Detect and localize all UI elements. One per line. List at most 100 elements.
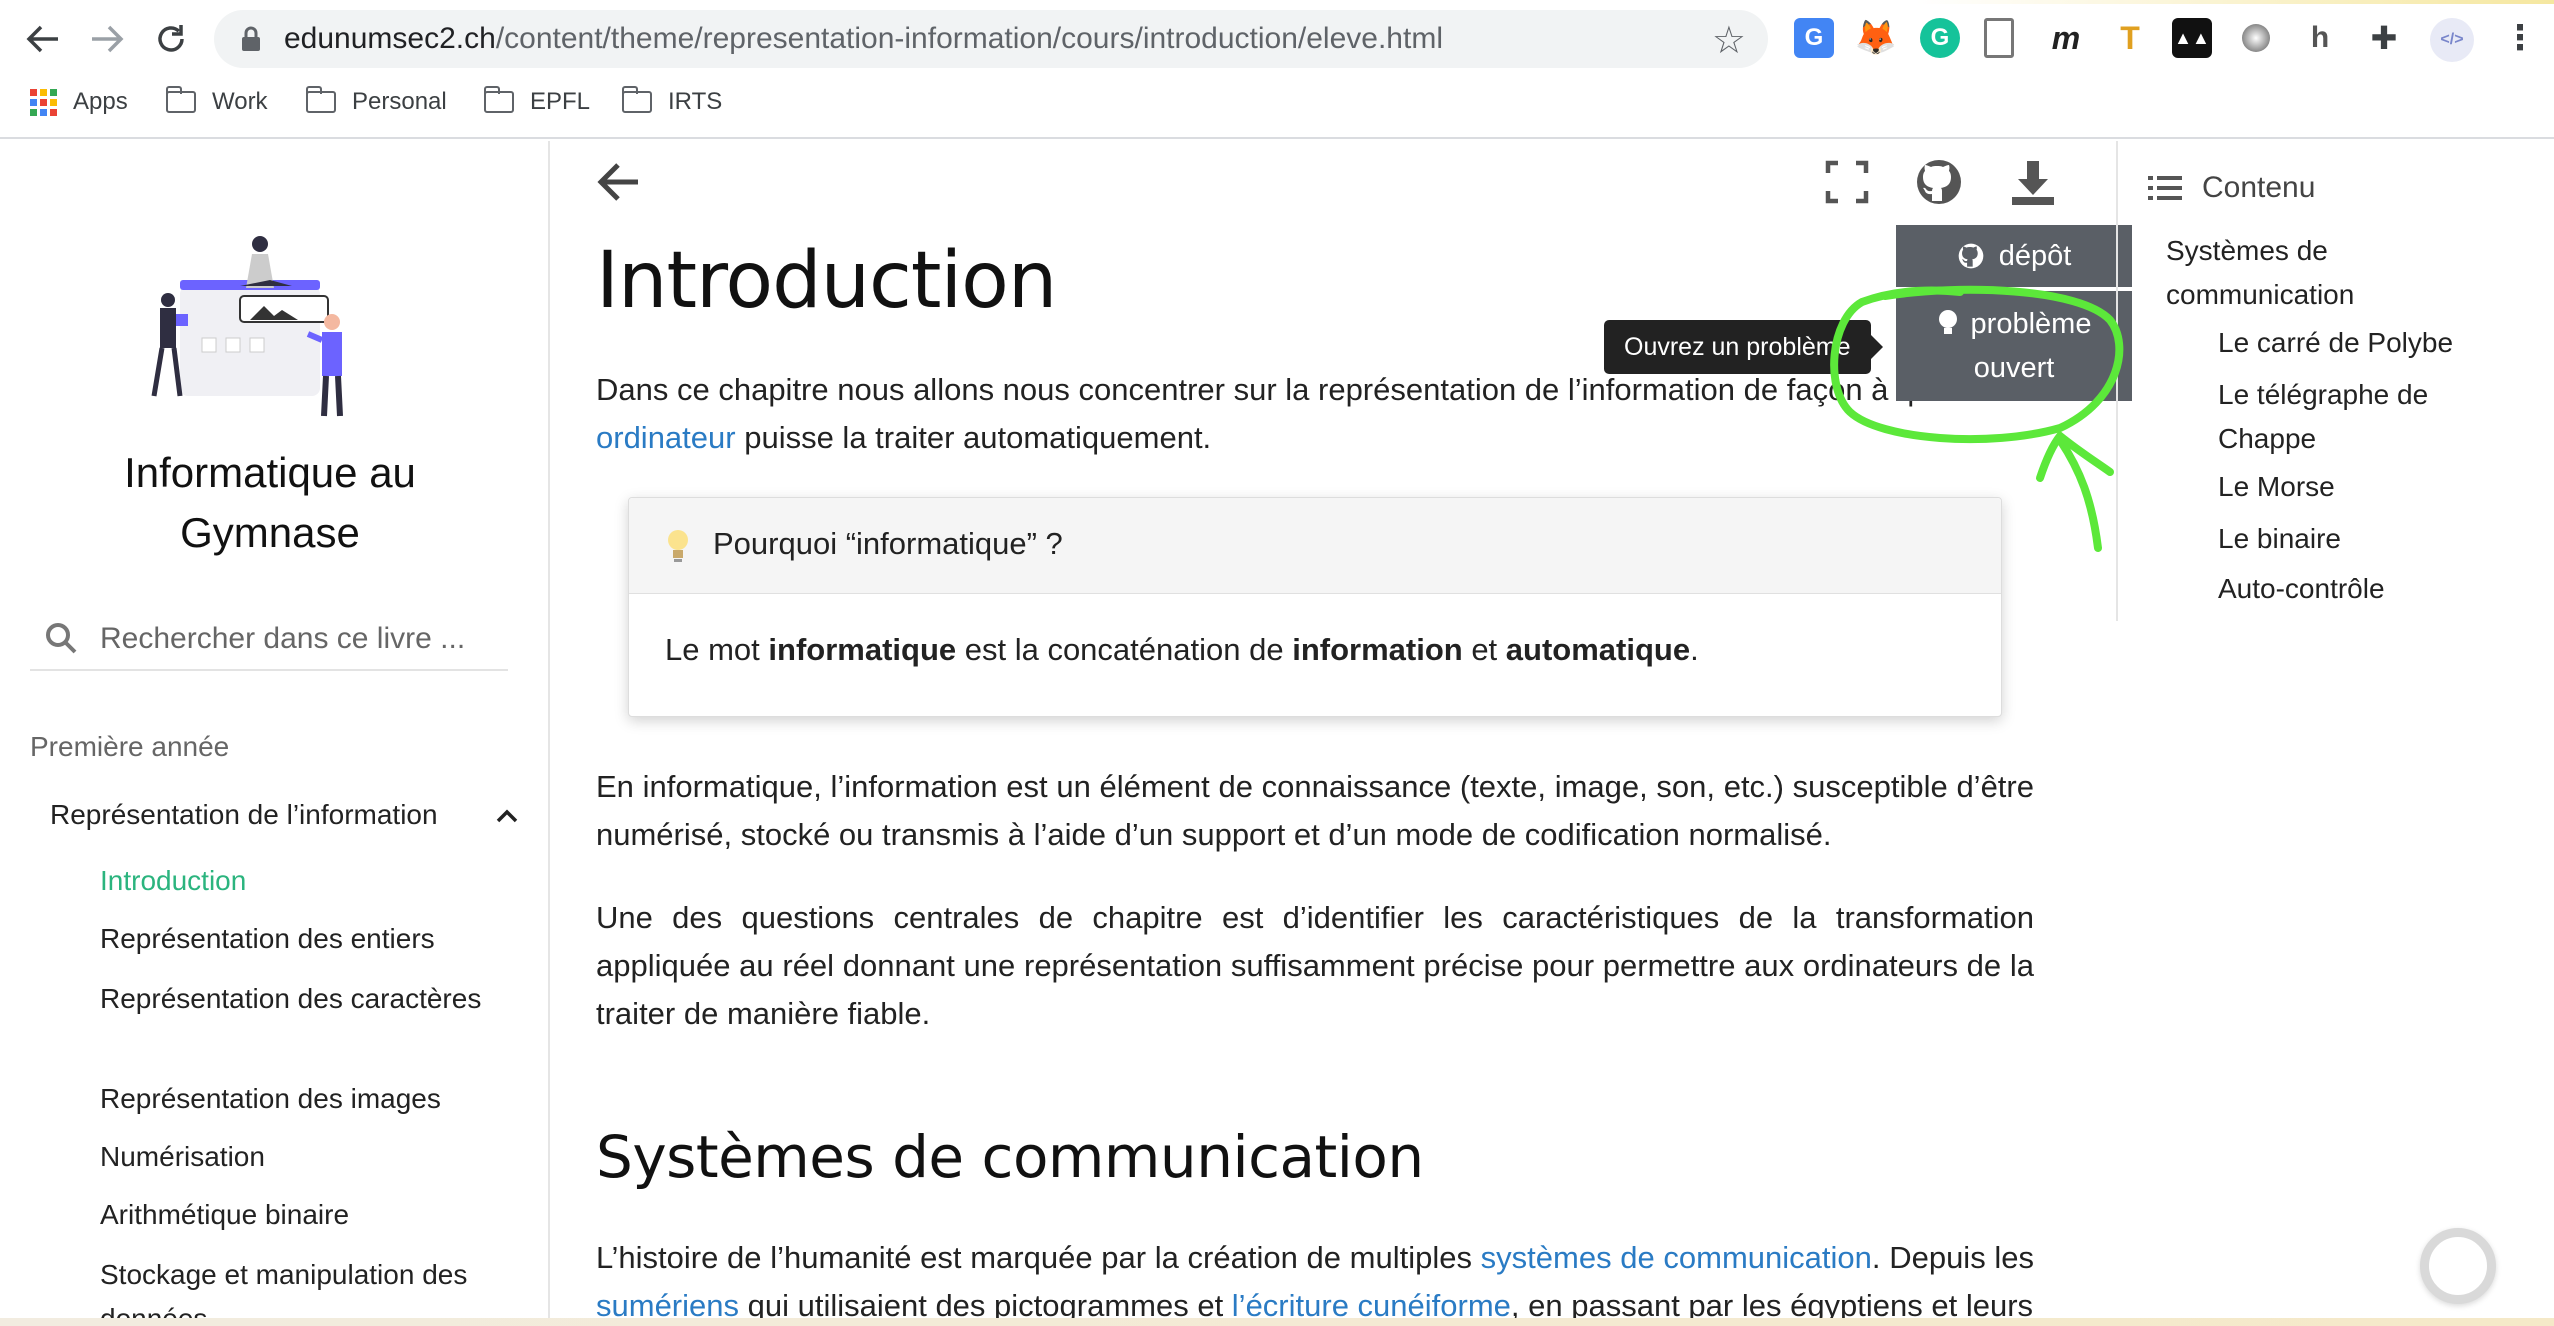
lock-icon [242, 26, 260, 51]
back-icon [26, 25, 58, 53]
bookmark-label: EPFL [530, 88, 591, 115]
intro-text: Dans ce chapitre nous allons nous concen… [596, 372, 1973, 407]
search-icon [46, 623, 77, 654]
bookmark-irts[interactable]: IRTS [621, 84, 723, 120]
lightbulb-icon [1938, 310, 1957, 334]
site-title[interactable]: Informatique au Gymnase [30, 443, 510, 563]
toc-item-systemes[interactable]: Systèmes de communication [2166, 229, 2426, 317]
extensions-puzzle-icon[interactable]: ✚ [2364, 18, 2404, 58]
toc-item-chappe[interactable]: Le télégraphe de Chappe [2218, 373, 2488, 461]
nav-item-arithmetique[interactable]: Arithmétique binaire [100, 1193, 500, 1237]
bookmark-label: Personal [352, 88, 447, 115]
toc-item-binaire[interactable]: Le binaire [2218, 517, 2518, 561]
bookmark-star-icon[interactable]: ☆ [1712, 18, 1746, 63]
mosaic-icon[interactable]: ▲▲ [2172, 18, 2212, 58]
depot-button[interactable]: dépôt [1896, 225, 2132, 287]
toc-item-autocontrole[interactable]: Auto-contrôle [2218, 567, 2518, 611]
bookmark-personal[interactable]: Personal [305, 84, 447, 120]
github-icon [1958, 243, 1984, 269]
admon-text: est la concaténation de [956, 632, 1293, 667]
url-host: edunumsec2.ch [284, 22, 496, 55]
link-ordinateur[interactable]: ordinateur [596, 420, 736, 455]
url-text[interactable]: edunumsec2.ch/content/theme/representati… [284, 22, 1443, 56]
profile-avatar-icon[interactable]: </> [2430, 18, 2474, 62]
nav-item-entiers[interactable]: Représentation des entiers [100, 917, 500, 961]
forward-icon [92, 25, 124, 53]
intro-paragraph: Dans ce chapitre nous allons nous concen… [596, 366, 2034, 462]
para4-text: . Depuis les [1871, 1240, 2035, 1275]
toc-header: Contenu [2148, 171, 2315, 205]
fullscreen-icon[interactable] [1822, 157, 1872, 207]
back-arrow-icon[interactable] [596, 159, 642, 205]
tooltip-open-issue: Ouvrez un problème [1604, 320, 1883, 374]
left-sidebar: Informatique au Gymnase Première année R… [0, 141, 550, 1326]
nav-item-caracteres[interactable]: Représentation des caractères [100, 977, 500, 1021]
circle-extension-icon[interactable] [2236, 18, 2276, 58]
bookmark-label: Work [212, 88, 268, 115]
table-of-contents: Contenu Systèmes de communication Le car… [2116, 141, 2554, 621]
search-bar[interactable] [30, 611, 508, 671]
issue-label-line1: problème [1970, 308, 2092, 340]
bookmark-epfl[interactable]: EPFL [483, 84, 591, 120]
nav-item-introduction[interactable]: Introduction [100, 859, 500, 903]
t-extension-icon[interactable]: T [2110, 18, 2150, 58]
bookmark-label: IRTS [668, 88, 723, 115]
page-title: Introduction [596, 236, 1057, 326]
open-issue-button[interactable]: problème ouvert [1896, 291, 2132, 401]
admonition-header: Pourquoi “informatique” ? [629, 498, 2001, 594]
chevron-up-icon[interactable] [492, 801, 522, 831]
nav-section-representation[interactable]: Représentation de l’information [50, 799, 438, 831]
back-button[interactable] [18, 14, 68, 64]
folder-icon [621, 86, 652, 113]
depot-label: dépôt [1998, 239, 2072, 272]
link-systemes-communication[interactable]: systèmes de communication [1481, 1240, 1872, 1275]
address-bar[interactable]: edunumsec2.ch/content/theme/representati… [214, 10, 1768, 68]
section-heading-systemes: Systèmes de communication [596, 1123, 1424, 1191]
lightbulb-icon [668, 530, 688, 562]
document-icon[interactable] [1984, 18, 2014, 58]
admon-bold: informatique [768, 632, 957, 667]
main-content: Introduction Dans ce chapitre nous allon… [552, 141, 2116, 1326]
list-icon [2148, 176, 2182, 200]
github-icon[interactable] [1914, 157, 1964, 207]
h-extension-icon[interactable]: h [2300, 18, 2340, 58]
metamask-icon[interactable]: 🦊 [1855, 18, 1897, 58]
admonition-body: Le mot informatique est la concaténation… [665, 632, 1699, 668]
nav-item-stockage[interactable]: Stockage et manipulation des données [100, 1253, 500, 1326]
grammarly-icon[interactable]: G [1920, 18, 1960, 58]
nav-item-numerisation[interactable]: Numérisation [100, 1135, 500, 1179]
medium-icon[interactable]: m [2046, 18, 2086, 58]
search-input[interactable] [100, 615, 500, 663]
bookmark-work[interactable]: Work [165, 84, 268, 120]
site-logo-illustration [151, 236, 343, 417]
progress-line [0, 0, 2554, 4]
bookmark-apps[interactable]: Apps [30, 84, 128, 120]
nav-caption: Première année [30, 731, 230, 762]
admonition-title: Pourquoi “informatique” ? [713, 526, 1063, 561]
browser-chrome: edunumsec2.ch/content/theme/representati… [0, 0, 2554, 139]
issue-label-line2: ouvert [1973, 352, 2055, 384]
admon-bold: automatique [1505, 632, 1691, 667]
bottom-edge [0, 1318, 2554, 1326]
bookmark-label: Apps [73, 88, 128, 115]
admon-text: Le mot [665, 632, 769, 667]
toc-item-morse[interactable]: Le Morse [2218, 465, 2518, 509]
apps-grid-icon [30, 88, 57, 116]
intro-text-end: puisse la traiter automatiquement. [735, 420, 1212, 455]
google-translate-icon[interactable]: G [1794, 18, 1834, 58]
download-icon[interactable] [2008, 157, 2058, 207]
floating-action-circle[interactable] [2420, 1228, 2496, 1304]
para4-text: L’histoire de l’humanité est marquée par… [596, 1240, 1481, 1275]
toc-item-polybe[interactable]: Le carré de Polybe [2218, 321, 2538, 365]
chrome-menu-icon[interactable]: ⋮ [2500, 18, 2540, 58]
admon-text: . [1690, 632, 1699, 667]
paragraph-questions: Une des questions centrales de chapitre … [596, 900, 2034, 1031]
admon-bold: information [1292, 632, 1463, 667]
reload-button[interactable] [146, 14, 196, 64]
url-path: /content/theme/representation-informatio… [495, 22, 1443, 55]
folder-icon [305, 86, 336, 113]
forward-button[interactable] [82, 14, 132, 64]
issue-row: problème [1937, 302, 2092, 346]
reload-icon [158, 25, 184, 52]
nav-item-images[interactable]: Représentation des images [100, 1077, 500, 1121]
